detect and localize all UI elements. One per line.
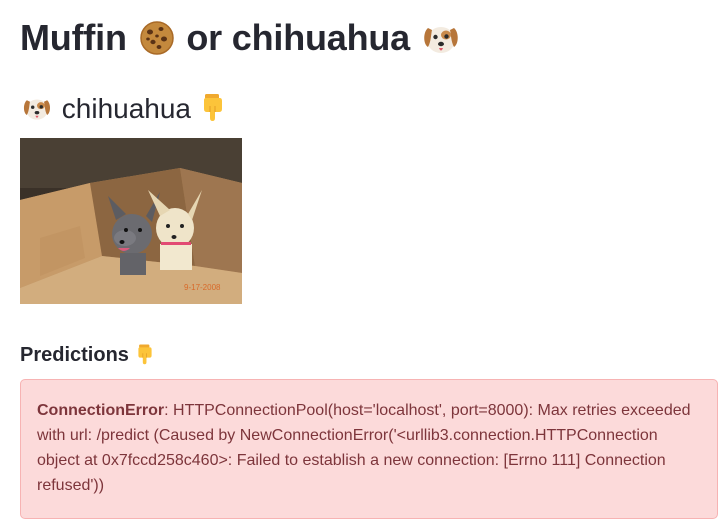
dog-face-icon <box>422 20 460 56</box>
subheader: chihuahua <box>20 90 227 128</box>
predictions-heading: Predictions <box>20 341 156 369</box>
title-text-muffin: Muffin <box>20 17 127 58</box>
dog-face-icon <box>22 94 52 122</box>
pointing-down-icon <box>201 92 225 122</box>
subheader-label: chihuahua <box>61 93 192 124</box>
pointing-down-icon <box>136 343 154 365</box>
cookie-icon <box>139 20 175 56</box>
error-alert: ConnectionError: HTTPConnectionPool(host… <box>20 379 718 519</box>
predictions-title: Predictions <box>20 344 129 366</box>
error-type: ConnectionError <box>37 402 165 419</box>
title-text-chihuahua: or chihuahua <box>186 17 410 58</box>
page-title: Muffin or chihuahua <box>20 14 462 62</box>
chihuahua-photo: 9-17-2008 <box>20 138 242 304</box>
photo-watermark: 9-17-2008 <box>184 283 221 292</box>
